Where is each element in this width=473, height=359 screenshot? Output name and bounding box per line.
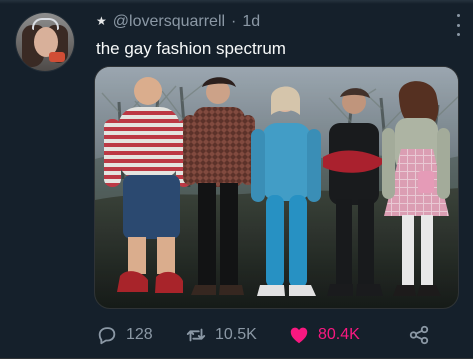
star-icon: ★: [96, 14, 107, 28]
more-dot: [456, 33, 460, 36]
tweet-card[interactable]: ★ @loversquarrell · 1d the gay fashion s…: [0, 0, 473, 359]
retweet-button[interactable]: 10.5K: [185, 324, 288, 346]
retweet-icon: [186, 328, 206, 342]
share-button[interactable]: [408, 324, 432, 346]
tweet-media[interactable]: [94, 66, 459, 309]
heart-icon: [290, 327, 308, 344]
share-icon: [409, 325, 429, 345]
tweet-header: ★ @loversquarrell · 1d: [96, 12, 443, 32]
more-dot: [456, 14, 460, 17]
reply-button[interactable]: 128: [96, 324, 185, 346]
snack-icon: [49, 52, 65, 62]
reply-icon: [98, 327, 116, 345]
like-button[interactable]: 80.4K: [288, 324, 408, 346]
reply-count: 128: [126, 326, 153, 343]
retweet-count: 10.5K: [215, 326, 257, 343]
tweet-actions: 128 10.5K 80.4K: [96, 323, 441, 347]
tiara-icon: [32, 18, 59, 30]
like-count: 80.4K: [318, 326, 360, 343]
tweet-photo: [95, 67, 458, 308]
top-divider: [0, 0, 473, 4]
tweet-timestamp[interactable]: 1d: [242, 13, 260, 31]
more-dot: [456, 23, 460, 27]
author-handle[interactable]: @loversquarrell: [113, 13, 225, 31]
separator-dot: ·: [231, 13, 237, 30]
tweet-text: the gay fashion spectrum: [96, 39, 286, 58]
more-icon[interactable]: [453, 14, 463, 36]
avatar[interactable]: [16, 13, 74, 71]
